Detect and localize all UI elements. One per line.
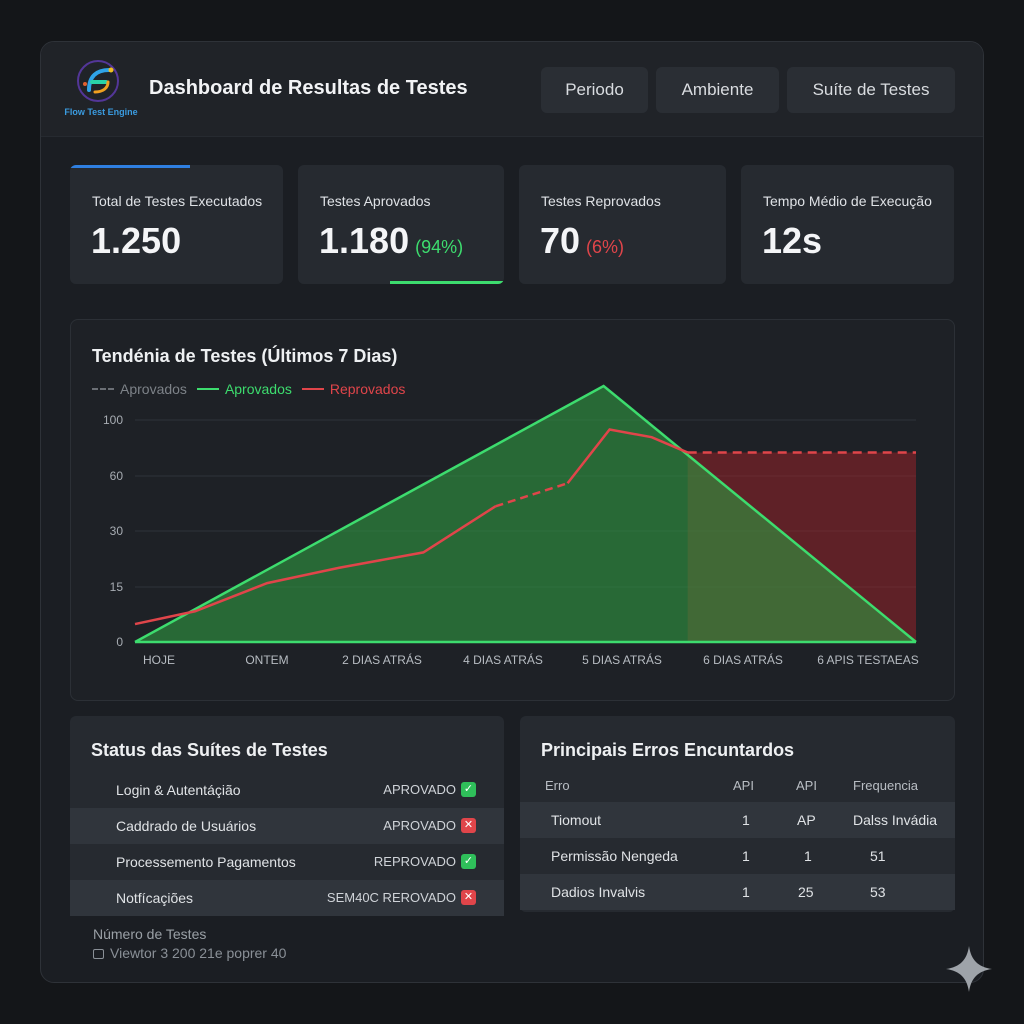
kpi-label: Tempo Médio de Execução: [763, 193, 932, 209]
col-header-api: API: [733, 778, 754, 793]
suite-status: APROVADO: [383, 818, 456, 833]
x-tick-label: 6 APIS TESTAEAS: [817, 653, 919, 667]
suite-name: Notfícaçiões: [116, 890, 194, 906]
y-tick-label: 30: [110, 524, 124, 538]
top-errors-panel: Principais Erros Encuntardos Erro API AP…: [520, 716, 955, 912]
suite-name: Caddrado de Usuários: [116, 818, 257, 834]
trend-chart-panel: Tendénia de Testes (Últimos 7 Dias) Apro…: [70, 319, 955, 701]
top-header: Flow Test Engine Dashboard de Resultas d…: [41, 42, 983, 137]
error-row[interactable]: Tiomout 1 AP Dalss Invádia: [520, 802, 955, 838]
suite-row[interactable]: Caddrado de Usuários APROVADO ✕: [70, 808, 504, 844]
environment-filter-button[interactable]: Ambiente: [656, 67, 779, 113]
x-tick-label: 4 DIAS ATRÁS: [463, 652, 543, 667]
kpi-avg-exec-time: Tempo Médio de Execução 12s: [741, 165, 954, 284]
error-api: 1: [742, 812, 750, 828]
kpi-failed-tests: Testes Reprovados 70 (6%): [519, 165, 726, 284]
kpi-value: 1.250: [91, 220, 182, 261]
kpi-percentage: (94%): [415, 237, 464, 257]
kpi-label: Testes Reprovados: [541, 193, 661, 209]
kpi-total-tests: Total de Testes Executados 1.250: [70, 165, 283, 284]
x-tick-label: ONTEM: [245, 653, 288, 667]
x-tick-label: 6 DIAS ATRÁS: [703, 652, 783, 667]
flow-logo-icon: [77, 60, 119, 102]
suite-row[interactable]: Notfícaçiões SEM40C REROVADO ✕: [70, 880, 504, 916]
y-tick-label: 0: [116, 635, 123, 649]
period-filter-button[interactable]: Periodo: [541, 67, 648, 113]
check-icon: ✓: [461, 782, 476, 797]
error-name: Tiomout: [551, 812, 602, 828]
app-logo[interactable]: Flow Test Engine: [61, 58, 141, 122]
kpi-value: 12s: [762, 220, 823, 261]
error-name: Dadios Invalvis: [551, 884, 646, 900]
y-tick-label: 60: [110, 469, 124, 483]
test-suite-filter-button[interactable]: Suíte de Testes: [787, 67, 955, 113]
footer-info-text: Viewtor 3 200 21e poprer 40: [110, 945, 287, 961]
error-row[interactable]: Permissão Nengeda 1 1 51: [520, 838, 955, 874]
error-name: Permissão Nengeda: [551, 848, 678, 864]
kpi-accent-bar: [390, 281, 504, 284]
suite-status: APROVADO: [383, 782, 456, 797]
kpi-passed-tests: Testes Aprovados 1.180 (94%): [298, 165, 504, 284]
trend-chart: 0 15 30 60 100 HOJE ONTEM 2 DIAS ATRÁS 4 DIAS AT…: [103, 384, 919, 667]
calendar-icon: [93, 949, 104, 959]
check-icon: ✓: [461, 854, 476, 869]
suite-status: REPROVADO: [373, 854, 456, 869]
suite-row[interactable]: Processemento Pagamentos REPROVADO ✓: [70, 844, 504, 880]
footer-label: Número de Testes: [93, 926, 207, 942]
y-tick-label: 100: [103, 413, 123, 427]
kpi-label: Total de Testes Executados: [92, 193, 263, 209]
x-tick-label: 2 DIAS ATRÁS: [342, 652, 422, 667]
kpi-percentage: (6%): [586, 237, 625, 257]
x-icon: ✕: [461, 818, 476, 833]
x-tick-label: HOJE: [143, 653, 175, 667]
error-row[interactable]: Dadios Invalvis 1 25 53: [520, 874, 955, 910]
suite-status: SEM40C REROVADO: [326, 890, 456, 905]
kpi-value: 1.180 (94%): [319, 220, 464, 261]
x-icon: ✕: [461, 890, 476, 905]
error-frequency: 51: [870, 848, 886, 864]
suite-name: Login & Autentáçião: [116, 782, 241, 798]
suite-status-title: Status das Suítes de Testes: [91, 740, 328, 760]
logo-text: Flow Test Engine: [64, 107, 138, 117]
error-frequency: Dalss Invádia: [853, 812, 938, 828]
page-title: Dashboard de Resultas de Testes: [149, 77, 468, 99]
x-tick-label: 5 DIAS ATRÁS: [582, 652, 662, 667]
footer-info: Viewtor 3 200 21e poprer 40: [93, 945, 286, 961]
col-header-error: Erro: [545, 778, 570, 793]
dashboard-window: Flow Test Engine Dashboard de Resultas d…: [40, 41, 984, 983]
top-errors-title: Principais Erros Encuntardos: [541, 740, 795, 760]
y-tick-label: 15: [110, 580, 124, 594]
col-header-api-2: API: [796, 778, 817, 793]
error-api: 1: [742, 884, 750, 900]
kpi-accent-bar: [70, 165, 190, 168]
error-api-2: 1: [804, 848, 812, 864]
kpi-value: 70 (6%): [540, 220, 625, 261]
col-header-frequency: Frequencia: [853, 778, 919, 793]
error-api-2: 25: [798, 884, 814, 900]
sparkle-icon: [946, 946, 992, 992]
error-api-2: AP: [797, 812, 816, 828]
kpi-label: Testes Aprovados: [320, 193, 431, 209]
suite-status-panel: Status das Suítes de Testes Login & Aute…: [70, 716, 504, 916]
error-frequency: 53: [870, 884, 886, 900]
suite-row[interactable]: Login & Autentáçião APROVADO ✓: [70, 772, 504, 808]
error-api: 1: [742, 848, 750, 864]
suite-name: Processemento Pagamentos: [116, 854, 296, 870]
